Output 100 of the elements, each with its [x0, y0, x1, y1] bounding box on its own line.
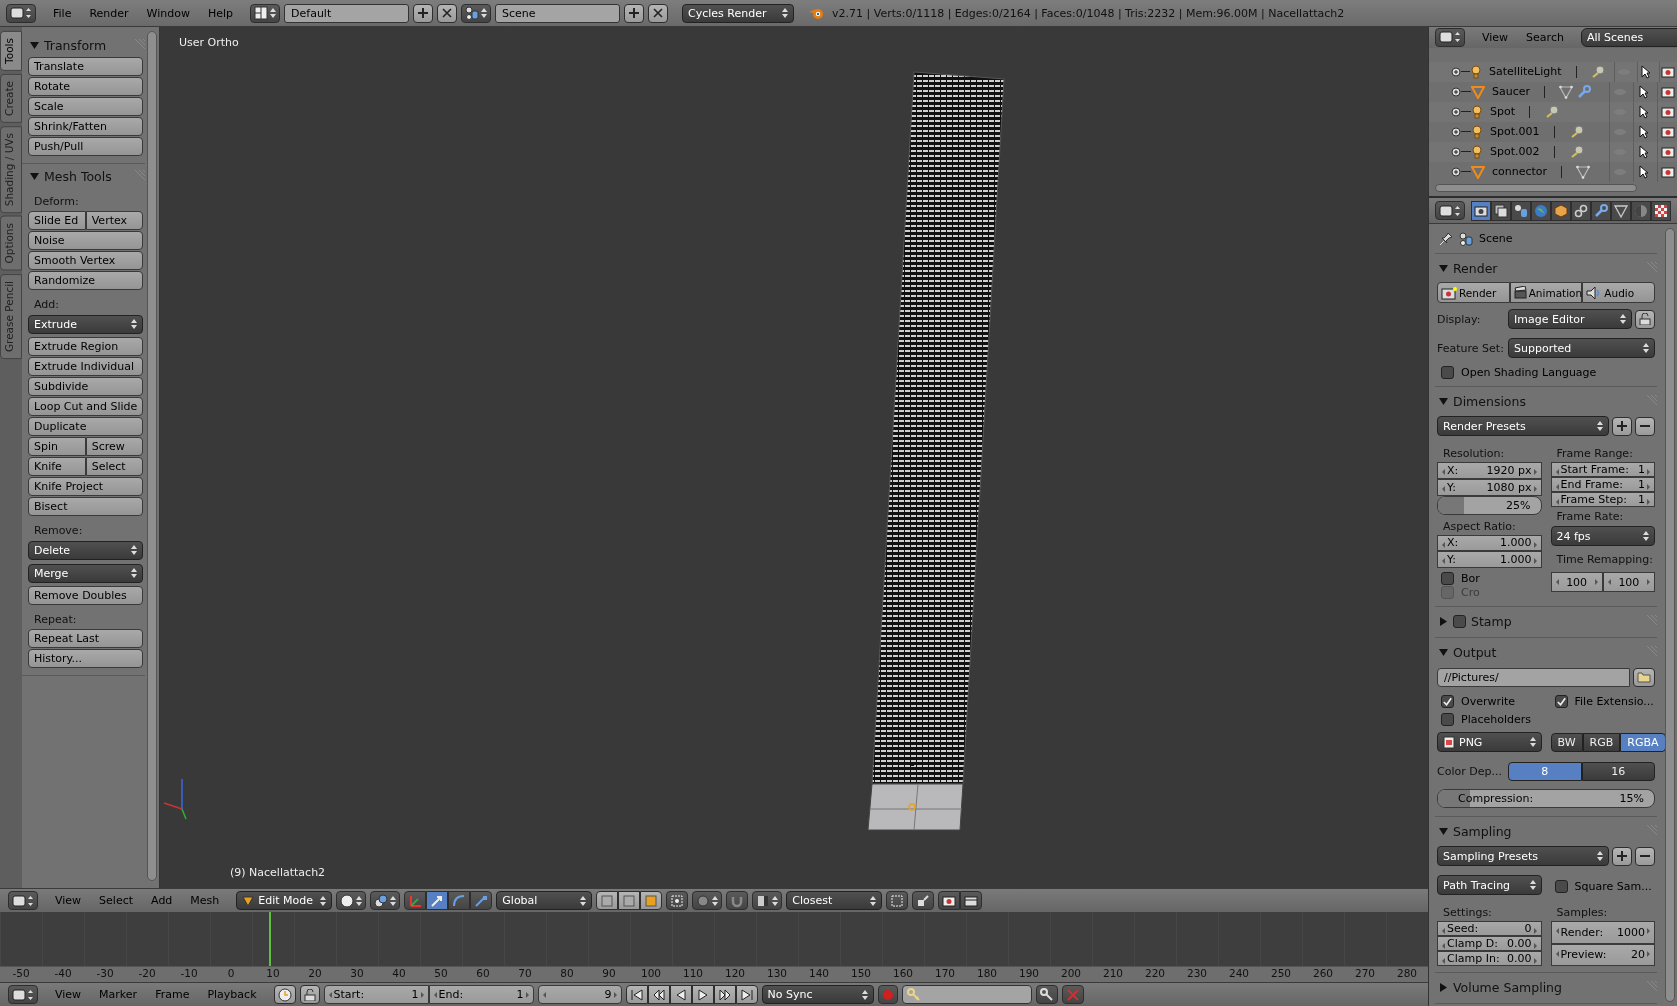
render-animation-button[interactable]	[960, 891, 983, 910]
tool-button[interactable]: Push/Pull	[28, 137, 144, 156]
tool-button[interactable]: History...	[28, 649, 144, 668]
number-field[interactable]: Start Frame: 1	[1550, 462, 1655, 477]
checkbox[interactable]: Square Sam...	[1554, 874, 1655, 898]
outliner-item[interactable]: Saucer	[1429, 81, 1677, 102]
texture-tab[interactable]	[1651, 200, 1671, 221]
menu-item[interactable]: Marker	[92, 986, 145, 1003]
keying-set-field[interactable]	[901, 985, 1032, 1004]
remove-preset-button[interactable]	[1635, 416, 1655, 436]
number-field[interactable]: Render: 1000	[1550, 921, 1655, 944]
tool-tab[interactable]: Tools	[0, 31, 22, 71]
menu-item[interactable]: Mesh	[183, 892, 227, 909]
tool-button[interactable]: Remove Doubles	[28, 586, 144, 605]
snap-target-dropdown[interactable]: Closest	[786, 891, 883, 910]
face-select-button[interactable]	[640, 891, 663, 910]
render-tab[interactable]	[1471, 200, 1491, 221]
scrollbar[interactable]	[1435, 183, 1637, 192]
display-mode-dropdown[interactable]: All Scenes	[1580, 27, 1677, 47]
render-engine-dropdown[interactable]: Cycles Render	[682, 3, 795, 23]
pivot-button[interactable]	[370, 891, 401, 910]
menu-item[interactable]: View	[1475, 28, 1516, 46]
preview-range-button[interactable]	[273, 985, 296, 1004]
editor-type-button[interactable]	[8, 985, 38, 1004]
panel-header[interactable]: Volume Sampling	[1435, 973, 1657, 1001]
mesh-drawing[interactable]	[867, 71, 1005, 831]
edge-select-button[interactable]	[618, 891, 641, 910]
dropdown[interactable]: PNG	[1437, 732, 1542, 752]
remove-preset-button[interactable]	[1635, 846, 1655, 866]
scale-button[interactable]	[470, 891, 493, 910]
outliner-item[interactable]: connector	[1429, 161, 1677, 182]
checkbox[interactable]: Bor	[1441, 572, 1542, 585]
tool-button[interactable]: Randomize	[28, 271, 144, 290]
tool-button[interactable]: Duplicate	[28, 417, 144, 436]
scene-button[interactable]	[461, 3, 492, 23]
manipulator-button[interactable]	[404, 891, 427, 910]
checkbox[interactable]	[1453, 614, 1466, 628]
scene-field[interactable]: Scene	[495, 3, 621, 23]
jump-end-button[interactable]	[735, 985, 758, 1004]
tool-button[interactable]: Screw	[85, 437, 144, 456]
constraint-tab[interactable]	[1571, 200, 1591, 221]
jump-start-button[interactable]	[625, 985, 648, 1004]
tool-button[interactable]: Knife	[28, 457, 86, 476]
tool-button[interactable]: Extrude Individual	[28, 357, 144, 376]
render-action-button[interactable]: Audio	[1582, 282, 1655, 303]
tool-button[interactable]: Extrude Region	[28, 337, 144, 356]
shading-button[interactable]	[336, 891, 367, 910]
translate-button[interactable]	[426, 891, 449, 910]
sync-dropdown[interactable]: No Sync	[761, 985, 874, 1004]
number-field[interactable]: Y: 1.000	[1437, 551, 1542, 568]
tool-button[interactable]: Scale	[28, 97, 144, 116]
tool-button[interactable]: Noise	[28, 231, 144, 250]
dropdown[interactable]: Extrude	[28, 314, 144, 334]
menu-item[interactable]: Help	[200, 4, 241, 22]
menu-item[interactable]: Render	[82, 4, 136, 22]
panel-header[interactable]: Dimensions	[1435, 387, 1657, 415]
mode-dropdown[interactable]: Edit Mode	[236, 891, 333, 910]
tool-button[interactable]: Spin	[28, 437, 86, 456]
outliner-item[interactable]: SatelliteLight	[1429, 61, 1677, 82]
checkbox[interactable]: Open Shading Language	[1441, 366, 1655, 379]
close-button[interactable]	[648, 3, 669, 23]
slider[interactable]: Compression: 15%	[1437, 789, 1655, 808]
presets-dropdown[interactable]: Sampling Presets	[1437, 846, 1609, 866]
add-preset-button[interactable]	[1612, 846, 1632, 866]
toggle-button[interactable]: 16	[1581, 761, 1655, 781]
3d-viewport[interactable]: User Ortho (9) Nacellattach2	[160, 27, 1428, 888]
close-button[interactable]	[437, 3, 458, 23]
render-still-button[interactable]	[938, 891, 961, 910]
tool-button[interactable]: Shrink/Fatten	[28, 117, 144, 136]
menu-item[interactable]: Search	[1519, 28, 1571, 46]
panel-header[interactable]: Output	[1435, 638, 1657, 666]
end-frame-field[interactable]: End: 1	[428, 985, 534, 1004]
layers-tab[interactable]	[1491, 200, 1511, 221]
screen-layout-field[interactable]: Default	[284, 3, 410, 23]
orientation-dropdown[interactable]: Global	[496, 891, 593, 910]
slider[interactable]: 25%	[1437, 495, 1542, 515]
snap-settings-button[interactable]	[886, 891, 909, 910]
folder-button[interactable]	[1633, 667, 1655, 687]
toggle-button[interactable]: RGB	[1582, 732, 1621, 752]
menu-item[interactable]: Select	[92, 892, 141, 909]
record-button[interactable]	[877, 985, 898, 1004]
dropdown[interactable]: Supported	[1508, 338, 1655, 358]
toggle-button[interactable]: RGBA	[1620, 732, 1666, 752]
prev-key-button[interactable]	[647, 985, 670, 1004]
tool-button[interactable]: Smooth Vertex	[28, 251, 144, 270]
toggle-button[interactable]: 8	[1508, 761, 1582, 781]
dropdown[interactable]: Merge	[28, 563, 144, 583]
menu-item[interactable]: Add	[144, 892, 180, 909]
dropdown[interactable]: Delete	[28, 540, 144, 560]
editor-type-button[interactable]	[6, 3, 36, 23]
screen-layout-button[interactable]	[250, 3, 281, 23]
tool-button[interactable]: Select	[85, 457, 144, 476]
add-preset-button[interactable]	[1612, 416, 1632, 436]
play-reverse-button[interactable]	[669, 985, 692, 1004]
align-button[interactable]	[912, 891, 935, 910]
number-field[interactable]: 100	[1602, 572, 1655, 592]
world-tab[interactable]	[1531, 200, 1551, 221]
tool-button[interactable]: Knife Project	[28, 477, 144, 496]
play-button[interactable]	[691, 985, 714, 1004]
snap-button[interactable]	[726, 891, 749, 910]
